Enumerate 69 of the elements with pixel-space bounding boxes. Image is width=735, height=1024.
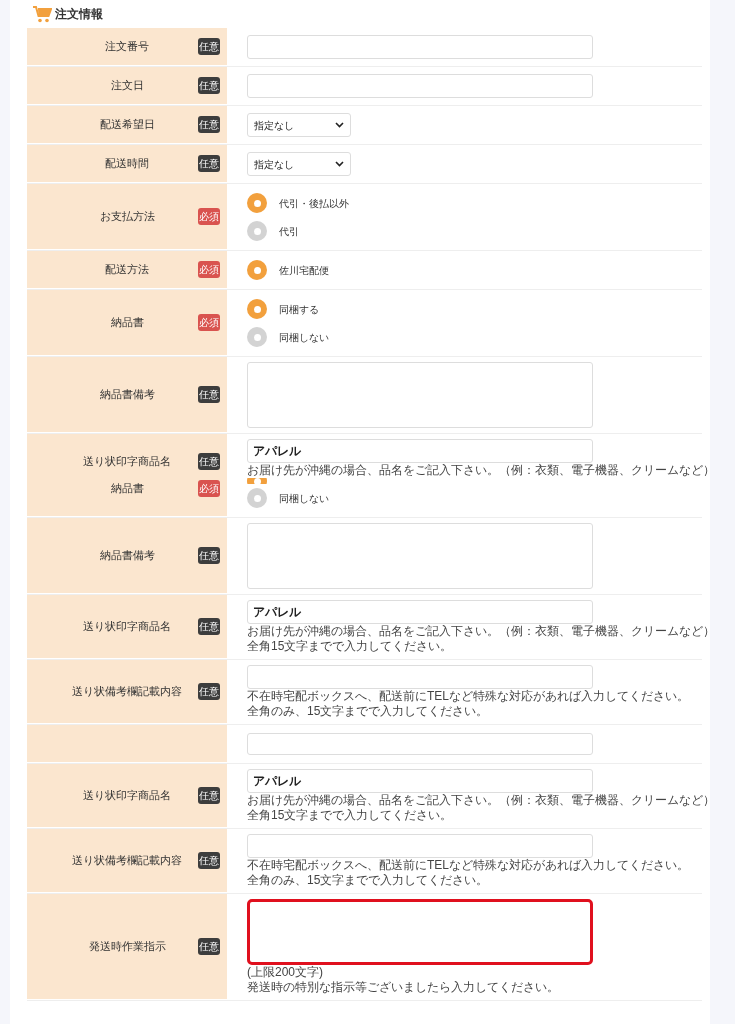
- field-label: 送り状印字商品名: [83, 787, 171, 803]
- help-text: 不在時宅配ボックスへ、配送前にTELなど特殊な対応があれば入力してください。: [247, 689, 689, 704]
- field-badge: 任意: [198, 852, 220, 869]
- help-text: 全角15文字までで入力してください。: [247, 808, 454, 823]
- field-label: 注文日: [110, 77, 144, 93]
- field-label: 納品書: [110, 480, 144, 496]
- text-field[interactable]: [247, 74, 593, 98]
- help-text: お届け先が沖縄の場合、品名をご記入下さい。（例：衣類、電子機器、クリームなど）: [247, 624, 715, 639]
- help-text: 不在時宅配ボックスへ、配送前にTELなど特殊な対応があれば入力してください。: [247, 858, 689, 873]
- field-label: 送り状印字商品名: [83, 453, 171, 469]
- help-text: お届け先が沖縄の場合、品名をご記入下さい。（例：衣類、電子機器、クリームなど）: [247, 793, 715, 808]
- radio-button[interactable]: [247, 221, 267, 241]
- select-field[interactable]: 指定なし: [247, 113, 351, 137]
- field-badge: 任意: [198, 77, 220, 94]
- field-label: 納品書: [110, 314, 144, 330]
- field-label: お支払方法: [99, 208, 155, 224]
- radio-label: 代引: [279, 224, 299, 239]
- text-field[interactable]: [247, 834, 593, 858]
- text-field[interactable]: アパレル: [247, 439, 593, 463]
- field-badge: 任意: [198, 453, 220, 470]
- field-badge: 必須: [198, 261, 220, 278]
- radio-label: 同梱しない: [279, 330, 329, 345]
- radio-button[interactable]: [247, 488, 267, 508]
- field-badge: 任意: [198, 155, 220, 172]
- text-field[interactable]: [247, 35, 593, 59]
- radio-button[interactable]: [247, 260, 267, 280]
- field-badge: 任意: [198, 386, 220, 403]
- field-label: 配送方法: [105, 261, 149, 277]
- field-badge: 必須: [198, 480, 220, 497]
- radio-button[interactable]: [247, 327, 267, 347]
- field-label: 送り状備考欄記載内容: [72, 683, 182, 699]
- help-text: 全角のみ、15文字までで入力してください。: [247, 873, 490, 888]
- radio-label: 同梱しない: [279, 491, 329, 506]
- field-badge: 必須: [198, 314, 220, 331]
- help-text: 全角15文字までで入力してください。: [247, 639, 454, 654]
- field-label: 配送希望日: [99, 116, 155, 132]
- help-text: 発送時の特別な指示等ございましたら入力してください。: [247, 980, 560, 995]
- select-field[interactable]: 指定なし: [247, 152, 351, 176]
- field-badge: 任意: [198, 618, 220, 635]
- radio-button[interactable]: [247, 299, 267, 319]
- field-badge: 任意: [198, 547, 220, 564]
- field-badge: 任意: [198, 938, 220, 955]
- field-label: 納品書備考: [99, 547, 155, 563]
- radio-label: 代引・後払以外: [279, 196, 349, 211]
- field-label: 送り状備考欄記載内容: [72, 852, 182, 868]
- chevron-down-icon: [335, 161, 344, 167]
- textarea-field[interactable]: [247, 899, 593, 965]
- help-text: 全角のみ、15文字までで入力してください。: [247, 704, 490, 719]
- field-label: 発送時作業指示: [88, 938, 166, 954]
- text-field[interactable]: アパレル: [247, 600, 593, 624]
- cart-icon: [33, 5, 52, 23]
- help-text: (上限200文字): [247, 965, 324, 980]
- chevron-down-icon: [335, 122, 344, 128]
- field-badge: 必須: [198, 208, 220, 225]
- help-text: お届け先が沖縄の場合、品名をご記入下さい。（例：衣類、電子機器、クリームなど）: [247, 463, 715, 478]
- field-label: 注文番号: [105, 38, 149, 54]
- field-badge: 任意: [198, 787, 220, 804]
- field-badge: 任意: [198, 116, 220, 133]
- radio-label: 同梱する: [279, 302, 319, 317]
- radio-button[interactable]: [247, 193, 267, 213]
- field-badge: 任意: [198, 683, 220, 700]
- text-field[interactable]: アパレル: [247, 769, 593, 793]
- text-field[interactable]: [247, 665, 593, 689]
- section-title: 注文情報: [55, 6, 103, 23]
- field-label: 送り状印字商品名: [83, 618, 171, 634]
- field-badge: 任意: [198, 38, 220, 55]
- radio-label: 佐川宅配便: [279, 263, 329, 278]
- field-label: 配送時間: [105, 155, 149, 171]
- field-label: 納品書備考: [99, 386, 155, 402]
